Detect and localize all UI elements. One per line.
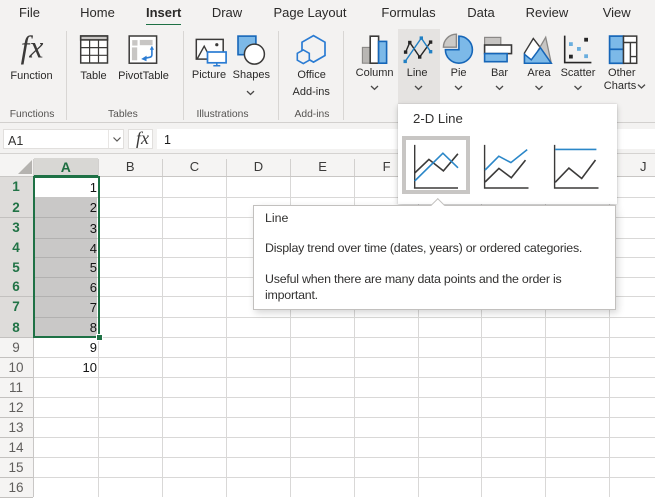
svg-text:fx: fx xyxy=(21,29,44,64)
